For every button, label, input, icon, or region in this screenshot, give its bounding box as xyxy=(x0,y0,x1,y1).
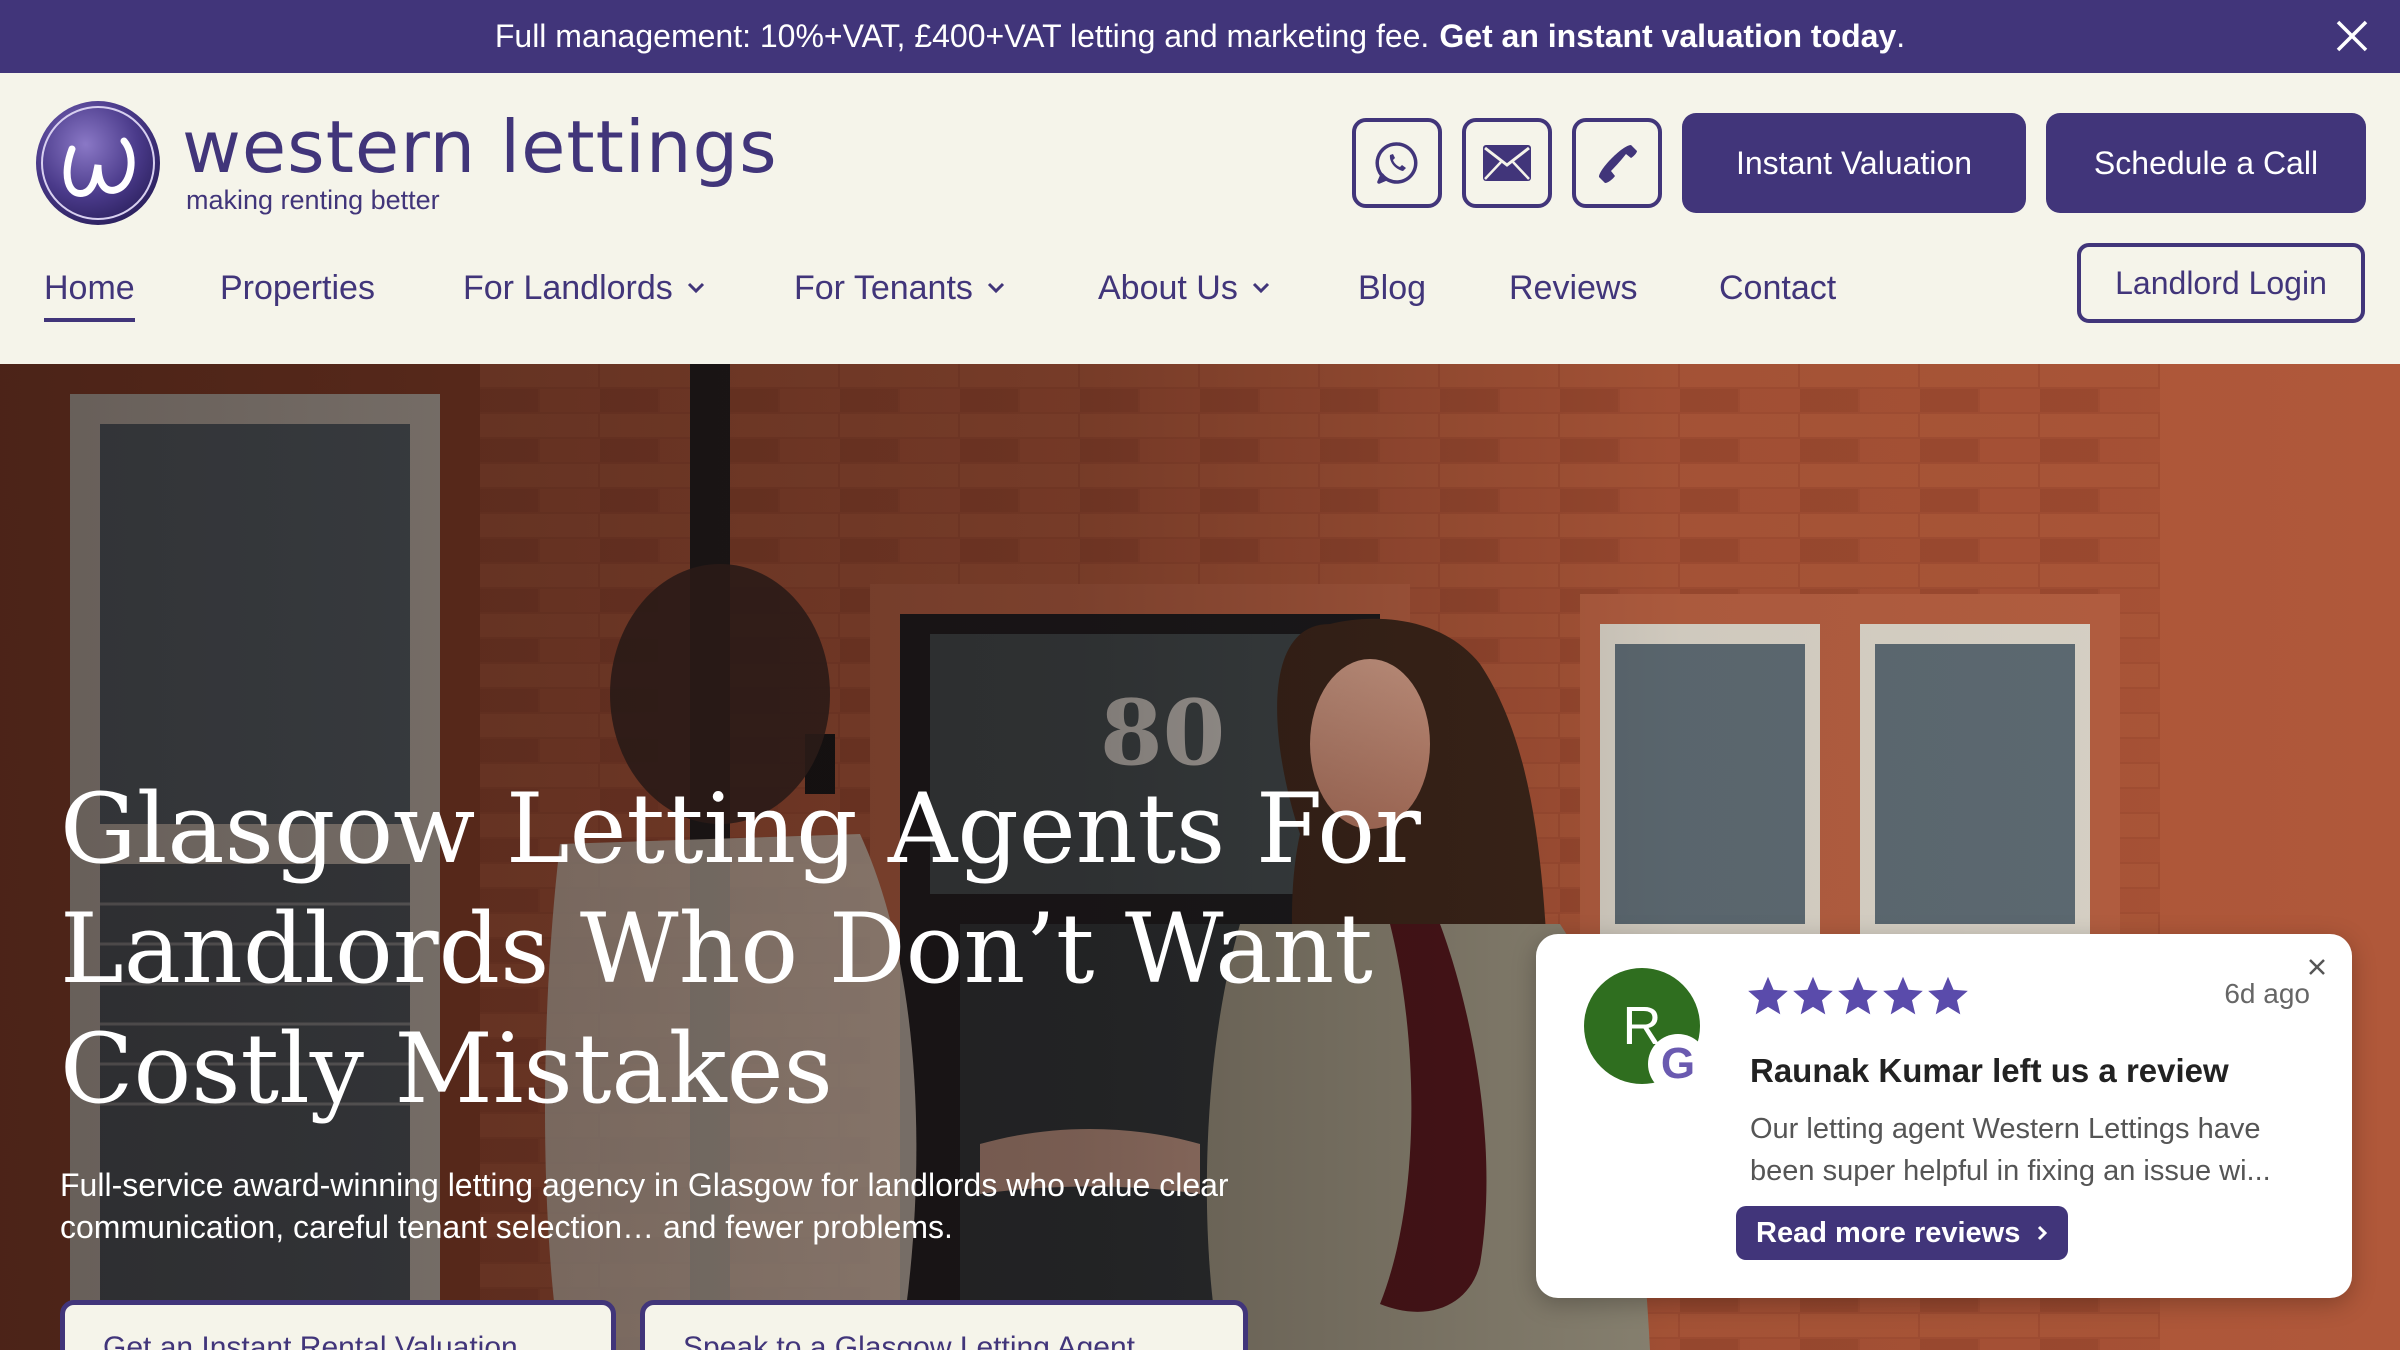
whatsapp-icon xyxy=(1375,142,1418,184)
nav-blog-label: Blog xyxy=(1358,268,1427,307)
chevron-down-icon xyxy=(987,282,1004,294)
google-badge-icon: G xyxy=(1648,1034,1708,1094)
site-header: western lettings making renting better I… xyxy=(0,73,2400,364)
star-icon xyxy=(1838,976,1878,1015)
read-more-label: Read more reviews xyxy=(1756,1216,2021,1249)
logo[interactable]: western lettings making renting better xyxy=(32,97,778,229)
schedule-call-button[interactable]: Schedule a Call xyxy=(2046,113,2366,213)
nav-home-label: Home xyxy=(44,268,135,307)
mail-icon xyxy=(1483,145,1531,181)
announcement-valuation-link[interactable]: Get an instant valuation today xyxy=(1439,18,1896,55)
close-icon[interactable] xyxy=(2332,16,2372,56)
main-nav: Home Properties For Landlords For Tenant… xyxy=(0,258,2400,338)
landlord-login-button[interactable]: Landlord Login xyxy=(2077,243,2365,323)
announcement-text: Full management: 10%+VAT, £400+VAT letti… xyxy=(494,18,1430,54)
instant-valuation-button[interactable]: Instant Valuation xyxy=(1682,113,2026,213)
chevron-down-icon xyxy=(687,282,704,294)
google-badge-letter: G xyxy=(1660,1039,1696,1088)
speak-to-agent-button[interactable]: Speak to a Glasgow Letting Agent xyxy=(640,1300,1248,1350)
hero-title: Glasgow Letting Agents For Landlords Who… xyxy=(60,773,1421,1125)
review-popup: R G 6d ago Raunak Kumar left us a review… xyxy=(1536,934,2352,1298)
review-time: 6d ago xyxy=(2224,978,2310,1009)
hero-subtitle: Full-service award-winning letting agenc… xyxy=(60,1167,1229,1245)
nav-blog[interactable]: Blog xyxy=(1358,258,1426,318)
phone-icon xyxy=(1599,145,1637,183)
star-icon xyxy=(1883,976,1923,1015)
star-icon xyxy=(1748,976,1788,1015)
review-text: Our letting agent Western Lettings have … xyxy=(1750,1113,2271,1187)
chevron-down-icon xyxy=(1252,282,1269,294)
brand-name: western lettings xyxy=(182,104,778,189)
close-icon[interactable] xyxy=(2302,952,2332,982)
announcement-period: . xyxy=(1896,18,1906,54)
announcement-bar: Full management: 10%+VAT, £400+VAT letti… xyxy=(0,0,2400,73)
nav-home[interactable]: Home xyxy=(44,258,135,322)
nav-contact[interactable]: Contact xyxy=(1719,258,1836,318)
star-rating xyxy=(1746,974,1971,1018)
read-more-reviews-button[interactable]: Read more reviews xyxy=(1736,1206,2069,1260)
nav-properties-label: Properties xyxy=(220,268,375,307)
email-button[interactable] xyxy=(1462,118,1552,208)
chevron-right-icon xyxy=(2038,1225,2048,1241)
logo-mark-icon xyxy=(36,101,160,225)
star-icon xyxy=(1928,976,1968,1015)
nav-about-us[interactable]: About Us xyxy=(1098,258,1270,318)
nav-properties[interactable]: Properties xyxy=(220,258,375,318)
nav-for-tenants[interactable]: For Tenants xyxy=(794,258,1005,318)
review-heading: Raunak Kumar left us a review xyxy=(1750,1052,2229,1089)
rental-valuation-button[interactable]: Get an Instant Rental Valuation xyxy=(60,1300,616,1350)
nav-about-us-label: About Us xyxy=(1098,268,1238,307)
nav-for-landlords[interactable]: For Landlords xyxy=(463,258,705,318)
nav-reviews[interactable]: Reviews xyxy=(1509,258,1637,318)
phone-button[interactable] xyxy=(1572,118,1662,208)
nav-for-tenants-label: For Tenants xyxy=(794,268,973,307)
nav-contact-label: Contact xyxy=(1719,268,1837,307)
nav-reviews-label: Reviews xyxy=(1509,268,1638,307)
brand-tagline: making renting better xyxy=(186,184,440,215)
nav-for-landlords-label: For Landlords xyxy=(463,268,673,307)
star-icon xyxy=(1793,976,1833,1015)
whatsapp-button[interactable] xyxy=(1352,118,1442,208)
